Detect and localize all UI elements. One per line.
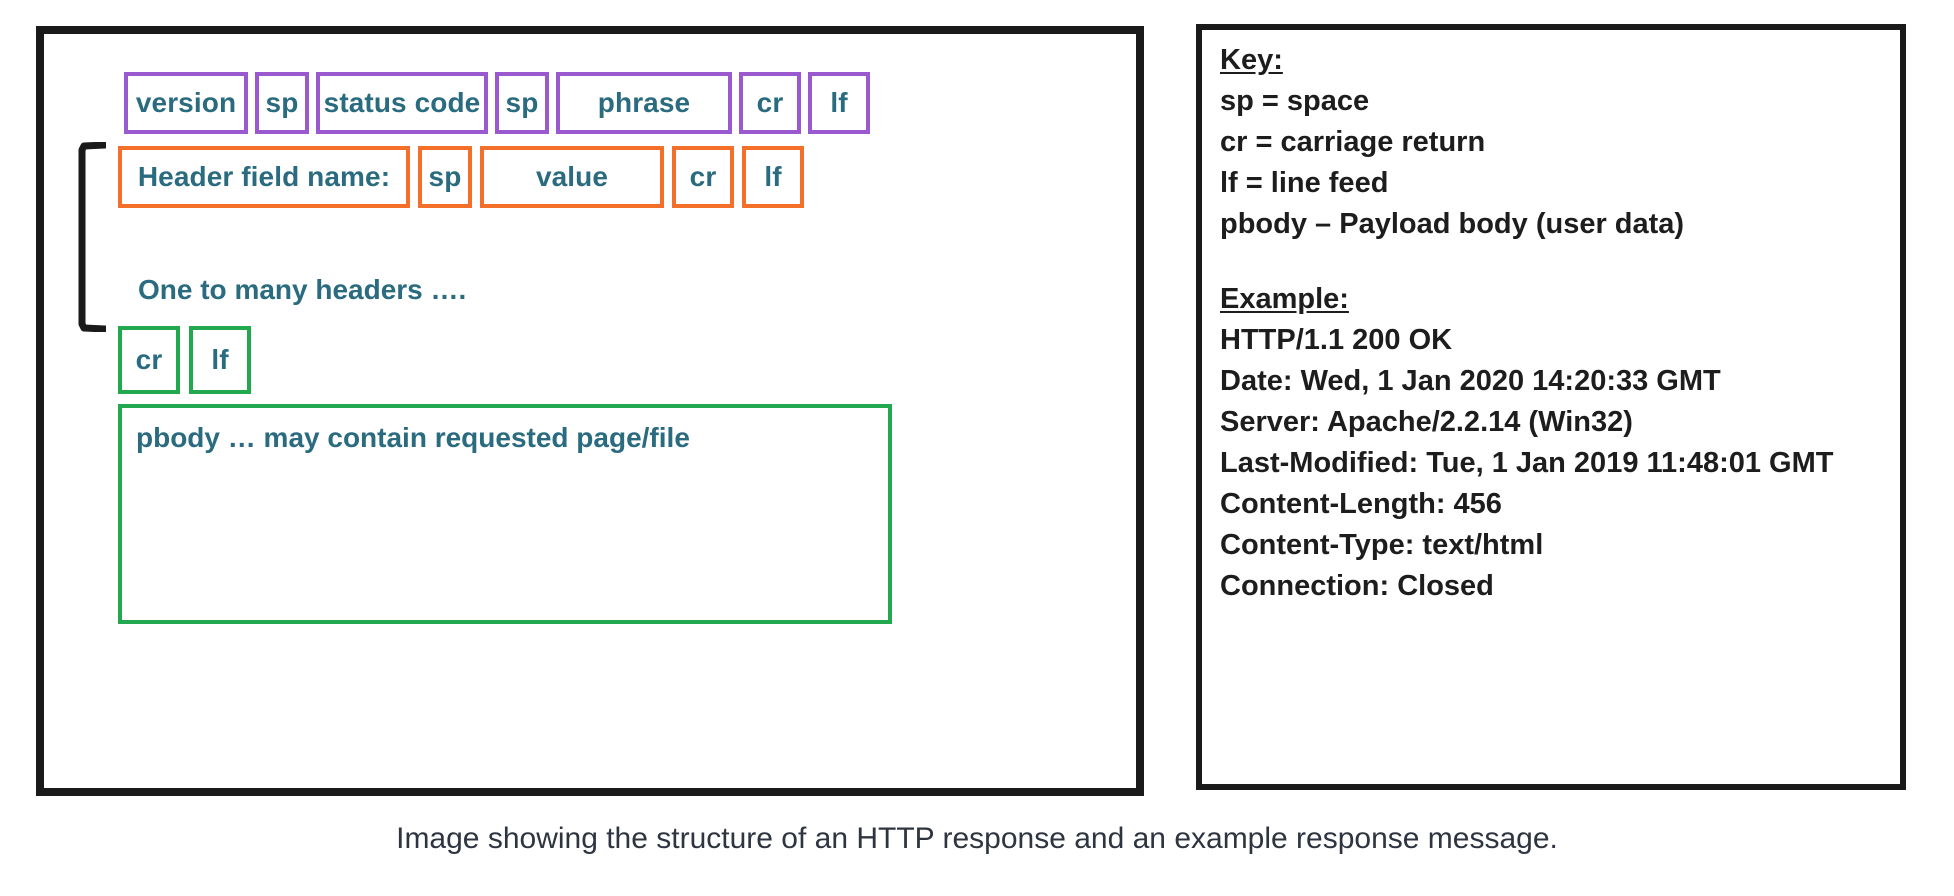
example-heading: Example: [1220,283,1349,315]
key-heading: Key: [1220,44,1283,76]
example-line-last-modified: Last-Modified: Tue, 1 Jan 2019 11:48:01 … [1220,447,1834,479]
token-sp-2: sp [495,72,549,134]
payload-body-label: pbody … may contain requested page/file [136,422,690,453]
key-content: Key: sp = space cr = carriage return lf … [1220,40,1890,607]
key-line-sp: sp = space [1220,85,1370,117]
header-field-row: Header field name: sp value cr lf [118,146,804,208]
token-phrase: phrase [556,72,732,134]
example-line-content-type: Content-Type: text/html [1220,529,1544,561]
example-line-connection: Connection: Closed [1220,570,1494,602]
one-to-many-headers-label: One to many headers …. [138,274,467,305]
key-line-lf: lf = line feed [1220,167,1389,199]
token-lf-status: lf [808,72,870,134]
token-lf-header: lf [742,146,804,208]
token-header-value: value [480,146,664,208]
status-line-row: version sp status code sp phrase cr lf [124,72,870,134]
example-line-server: Server: Apache/2.2.14 (Win32) [1220,406,1633,438]
key-line-pbody: pbody – Payload body (user data) [1220,208,1685,240]
key-and-example-panel: Key: sp = space cr = carriage return lf … [1196,24,1906,790]
blank-line-row: cr lf [118,326,251,394]
example-line-status: HTTP/1.1 200 OK [1220,324,1453,356]
token-sp-1: sp [255,72,309,134]
token-header-field-name: Header field name: [118,146,410,208]
example-line-content-length: Content-Length: 456 [1220,488,1502,520]
token-cr-header: cr [672,146,734,208]
figure-caption: Image showing the structure of an HTTP r… [396,822,1558,855]
key-spacer [1220,245,1890,279]
token-lf-blank: lf [189,326,251,394]
diagram-canvas: version sp status code sp phrase cr lf H… [0,0,1954,896]
payload-body-box: pbody … may contain requested page/file [118,404,892,624]
token-sp-header: sp [418,146,472,208]
token-status-code: status code [316,72,488,134]
token-cr-blank: cr [118,326,180,394]
key-line-cr: cr = carriage return [1220,126,1486,158]
example-line-date: Date: Wed, 1 Jan 2020 14:20:33 GMT [1220,365,1721,397]
token-cr-status: cr [739,72,801,134]
http-response-structure-panel: version sp status code sp phrase cr lf H… [36,26,1144,796]
repeat-brace [76,141,109,333]
token-version: version [124,72,248,134]
